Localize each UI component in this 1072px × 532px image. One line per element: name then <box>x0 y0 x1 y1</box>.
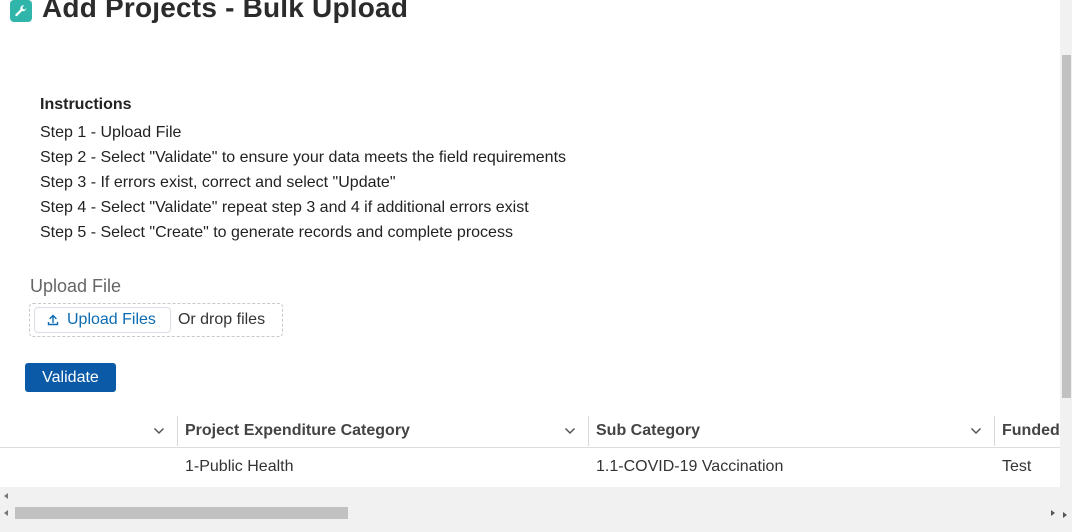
instruction-step: Step 1 - Upload File <box>40 124 182 141</box>
upload-files-label: Upload Files <box>67 311 156 328</box>
column-header-label: Sub Category <box>596 421 701 439</box>
table-header: Project Expenditure Category Sub Categor… <box>0 414 1060 448</box>
chevron-down-icon[interactable] <box>153 426 165 436</box>
upload-icon <box>47 314 59 326</box>
drop-files-text: Or drop files <box>177 311 266 328</box>
validate-button[interactable]: Validate <box>25 363 116 392</box>
column-header-funded[interactable]: Funded <box>1002 414 1060 447</box>
chevron-down-icon[interactable] <box>970 426 982 436</box>
vertical-scrollbar-thumb[interactable] <box>1062 55 1071 398</box>
instruction-step: Step 2 - Select "Validate" to ensure you… <box>40 149 567 166</box>
scroll-right-arrow-icon[interactable] <box>1051 510 1055 516</box>
column-header-label: Funded <box>1002 421 1060 439</box>
vertical-scrollbar[interactable] <box>1060 0 1072 532</box>
table-body: 1-Public Health 1.1-COVID-19 Vaccination… <box>0 448 1060 486</box>
horizontal-scrollbar[interactable] <box>0 487 1060 532</box>
instructions: Instructions Step 1 - Upload File Step 2… <box>40 95 566 245</box>
page-header: Add Projects - Bulk Upload <box>10 0 408 24</box>
horizontal-scrollbar-thumb[interactable] <box>15 507 348 519</box>
column-divider[interactable] <box>588 416 589 446</box>
page: Add Projects - Bulk Upload Instructions … <box>0 0 1060 532</box>
upload-file-label: Upload File <box>30 276 122 296</box>
scroll-right-arrow-icon[interactable] <box>1063 512 1067 518</box>
column-divider[interactable] <box>994 416 995 446</box>
table-row[interactable]: 1-Public Health 1.1-COVID-19 Vaccination… <box>0 448 1060 486</box>
instruction-step: Step 3 - If errors exist, correct and se… <box>40 174 396 191</box>
table-cell: 1-Public Health <box>185 458 294 475</box>
table-cell: 1.1-COVID-19 Vaccination <box>596 458 784 475</box>
file-dropzone[interactable]: Upload Files Or drop files <box>29 303 283 337</box>
column-divider[interactable] <box>177 416 178 446</box>
wrench-icon <box>10 0 32 22</box>
instructions-heading: Instructions <box>40 96 132 113</box>
column-header-label: Project Expenditure Category <box>185 421 410 439</box>
data-table: Project Expenditure Category Sub Categor… <box>0 414 1060 486</box>
page-title: Add Projects - Bulk Upload <box>42 0 409 23</box>
scroll-left-arrow-icon[interactable] <box>4 510 8 516</box>
column-header-sub-category[interactable]: Sub Category <box>596 414 966 447</box>
table-cell: Test <box>1002 458 1032 475</box>
scroll-left-arrow-icon[interactable] <box>4 493 8 499</box>
instruction-step: Step 4 - Select "Validate" repeat step 3… <box>40 199 529 216</box>
column-header[interactable] <box>0 414 178 447</box>
chevron-down-icon[interactable] <box>564 426 576 436</box>
instruction-step: Step 5 - Select "Create" to generate rec… <box>40 224 513 241</box>
column-header-project-expenditure-category[interactable]: Project Expenditure Category <box>185 414 565 447</box>
upload-files-button[interactable]: Upload Files <box>34 307 171 333</box>
